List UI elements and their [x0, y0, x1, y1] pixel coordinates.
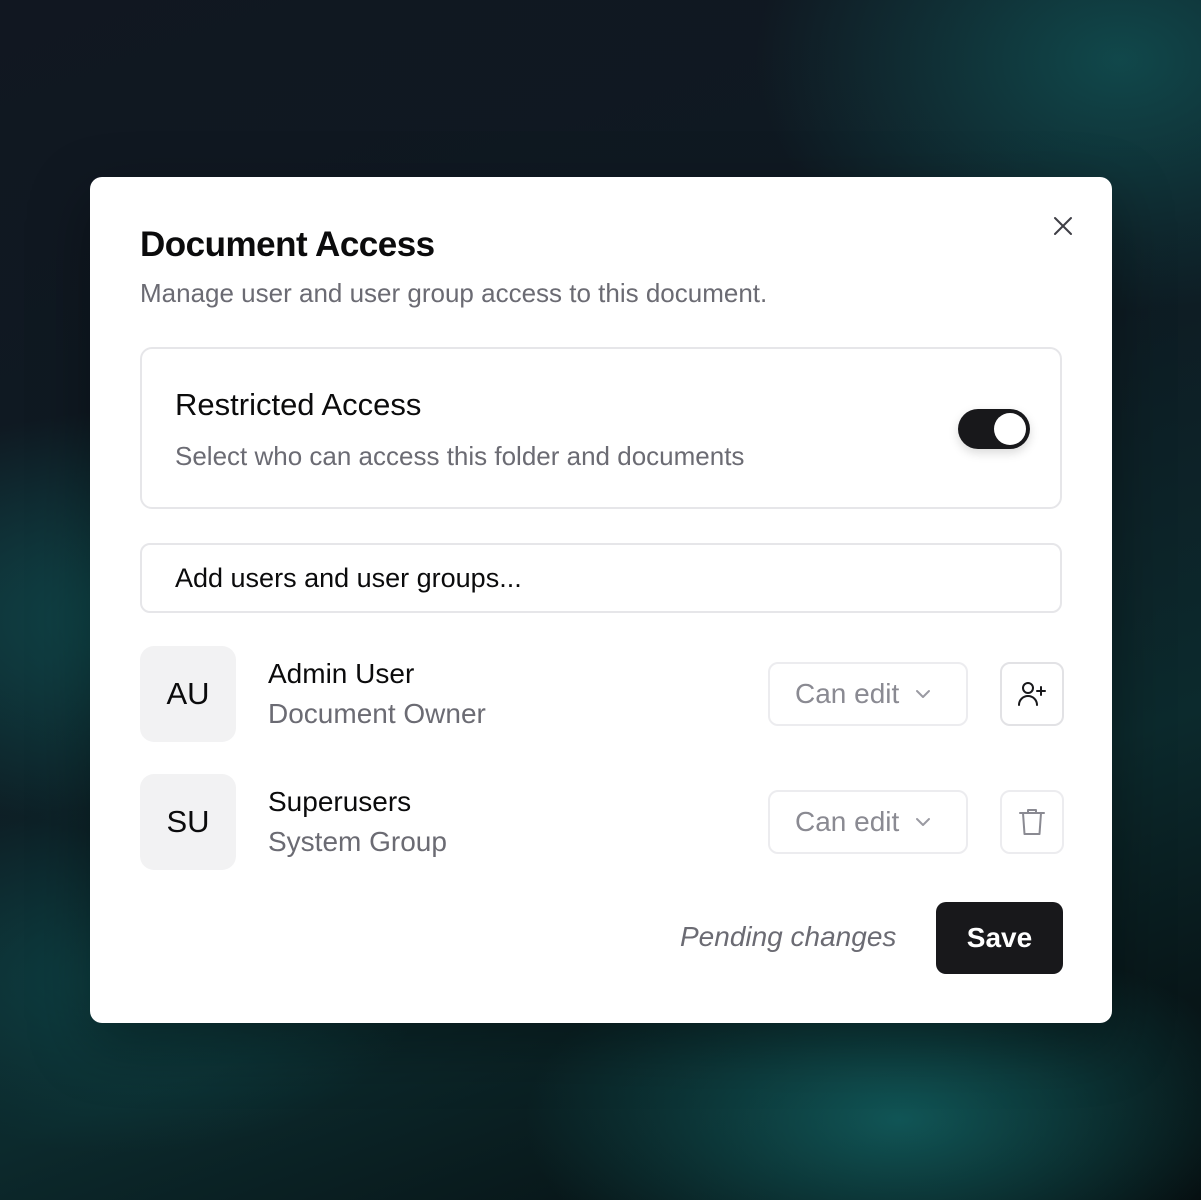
- add-users-input[interactable]: [140, 543, 1062, 613]
- toggle-knob: [994, 413, 1026, 445]
- document-access-dialog: Document Access Manage user and user gro…: [90, 177, 1112, 1023]
- pending-changes-status: Pending changes: [680, 921, 897, 952]
- member-name: Admin User: [268, 658, 415, 689]
- add-user-button[interactable]: [1000, 662, 1064, 726]
- delete-member-button[interactable]: [1000, 790, 1064, 854]
- permission-select[interactable]: Can edit: [768, 790, 968, 854]
- member-row-superusers: SU Superusers System Group Can edit: [140, 774, 1064, 870]
- user-plus-icon: [1018, 682, 1046, 706]
- restricted-access-toggle[interactable]: [958, 409, 1030, 449]
- close-icon: [1054, 217, 1072, 235]
- chevron-down-icon: [913, 684, 933, 704]
- chevron-down-icon: [913, 812, 933, 832]
- permission-label: Can edit: [795, 678, 900, 709]
- dialog-title: Document Access: [140, 225, 435, 264]
- restricted-access-card: Restricted Access Select who can access …: [140, 347, 1062, 509]
- dialog-subtitle: Manage user and user group access to thi…: [140, 278, 768, 308]
- avatar: AU: [140, 646, 236, 742]
- trash-icon: [1019, 809, 1045, 835]
- save-button[interactable]: Save: [936, 902, 1063, 974]
- restricted-access-description: Select who can access this folder and do…: [175, 441, 745, 471]
- member-role: System Group: [268, 826, 447, 857]
- permission-label: Can edit: [795, 806, 900, 837]
- restricted-access-title: Restricted Access: [175, 387, 422, 422]
- close-button[interactable]: [1048, 211, 1078, 241]
- permission-select[interactable]: Can edit: [768, 662, 968, 726]
- member-name: Superusers: [268, 786, 412, 817]
- avatar: SU: [140, 774, 236, 870]
- member-role: Document Owner: [268, 698, 486, 729]
- member-row-admin-user: AU Admin User Document Owner Can edit: [140, 646, 1064, 742]
